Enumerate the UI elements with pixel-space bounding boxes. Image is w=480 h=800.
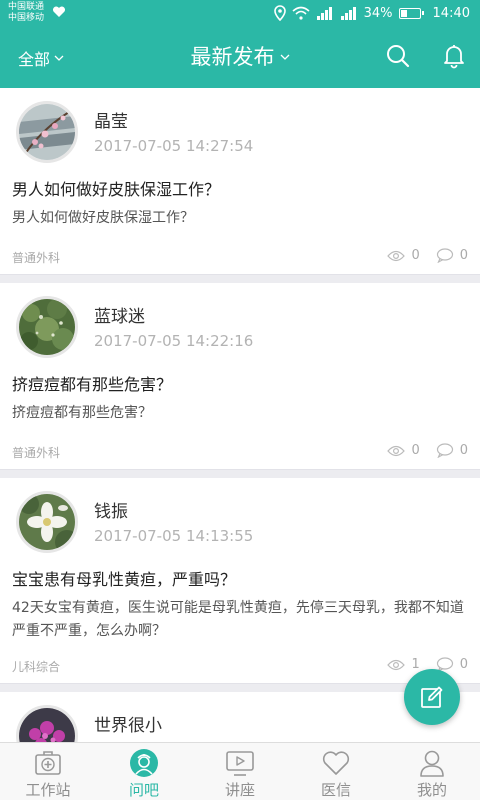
post-author[interactable]: 世界很小 [94,711,162,736]
tab-workstation[interactable]: 工作站 [0,743,96,800]
view-count: 1 [411,657,420,672]
post-time: 2017-07-05 14:27:54 [94,137,254,155]
tab-lecture[interactable]: 讲座 [192,743,288,800]
eye-icon [387,659,406,670]
comment-count: 0 [459,657,468,672]
comment-icon [436,443,453,458]
edit-icon [421,686,443,708]
app-header: 全部 最新发布 [0,26,480,88]
post-body[interactable]: 挤痘痘都有那些危害？ [12,402,468,425]
status-indicators: 34% 14:40 [273,4,470,22]
status-time: 14:40 [432,5,470,21]
carrier-info: 中国联通 中国移动 [8,2,44,24]
post-category: 儿科综合 [12,660,61,674]
comment-count: 0 [459,443,468,458]
avatar[interactable] [16,101,78,163]
battery-icon [398,7,424,19]
medical-kit-icon [35,751,61,775]
post-card[interactable]: 蓝球迷 2017-07-05 14:22:16 挤痘痘都有那些危害？ 挤痘痘都有… [0,283,480,470]
post-time: 2017-07-05 14:13:55 [94,527,254,545]
compose-button[interactable] [404,669,460,725]
post-feed[interactable]: 晶莹 2017-07-05 14:27:54 男人如何做好皮肤保湿工作？ 男人如… [0,88,480,742]
post-title[interactable]: 挤痘痘都有那些危害？ [12,371,468,395]
eye-icon [387,445,406,456]
comment-count: 0 [459,248,468,263]
page-title: 最新发布 [190,45,275,69]
person-icon [420,750,444,777]
tab-mine[interactable]: 我的 [384,743,480,800]
bell-icon[interactable] [440,42,468,70]
tab-medical-message[interactable]: 医信 [288,743,384,800]
post-author[interactable]: 钱振 [94,497,128,522]
post-author[interactable]: 蓝球迷 [94,302,145,327]
battery-percent: 34% [363,5,393,21]
post-title[interactable]: 男人如何做好皮肤保湿工作？ [12,176,468,200]
video-icon [226,751,254,776]
signal-icon-2 [340,7,356,20]
wifi-icon [292,6,310,20]
chevron-down-icon [280,54,289,60]
tab-label: 医信 [320,781,351,799]
post-card[interactable]: 钱振 2017-07-05 14:13:55 宝宝患有母乳性黄疸，严重吗？ 42… [0,478,480,684]
status-bar: 中国联通 中国移动 34% 14:40 [0,0,480,26]
avatar[interactable] [16,705,78,742]
post-stats: 0 0 [387,443,468,458]
avatar[interactable] [16,491,78,553]
post-body[interactable]: 男人如何做好皮肤保湿工作？ [12,207,468,230]
location-icon [273,5,286,21]
post-author[interactable]: 晶莹 [94,107,128,132]
post-category: 普通外科 [12,251,61,265]
avatar[interactable] [16,296,78,358]
tab-label: 工作站 [25,781,71,799]
tab-label: 讲座 [224,781,255,799]
carrier-2: 中国移动 [8,13,45,23]
heart-icon [322,751,350,775]
tab-label: 问吧 [128,781,159,799]
post-body[interactable]: 42天女宝有黄疸，医生说可能是母乳性黄疸，先停三天母乳，我都不知道严重不严重，怎… [12,597,468,643]
view-count: 0 [411,443,420,458]
eye-icon [387,250,406,261]
bottom-tab-bar: 工作站 问吧 讲座 医信 我的 [0,742,480,800]
post-time: 2017-07-05 14:22:16 [94,332,254,350]
tab-label: 我的 [416,781,447,799]
heart-status-icon [52,6,66,17]
search-icon[interactable] [384,42,412,70]
post-title[interactable]: 宝宝患有母乳性黄疸，严重吗？ [12,566,468,590]
comment-icon [436,248,453,263]
signal-icon-1 [316,7,332,20]
tab-wenba[interactable]: 问吧 [96,743,192,800]
view-count: 0 [411,248,420,263]
post-category: 普通外科 [12,446,61,460]
post-stats: 0 0 [387,248,468,263]
post-card[interactable]: 晶莹 2017-07-05 14:27:54 男人如何做好皮肤保湿工作？ 男人如… [0,88,480,275]
doctor-icon [130,749,158,777]
carrier-1: 中国联通 [8,2,45,12]
